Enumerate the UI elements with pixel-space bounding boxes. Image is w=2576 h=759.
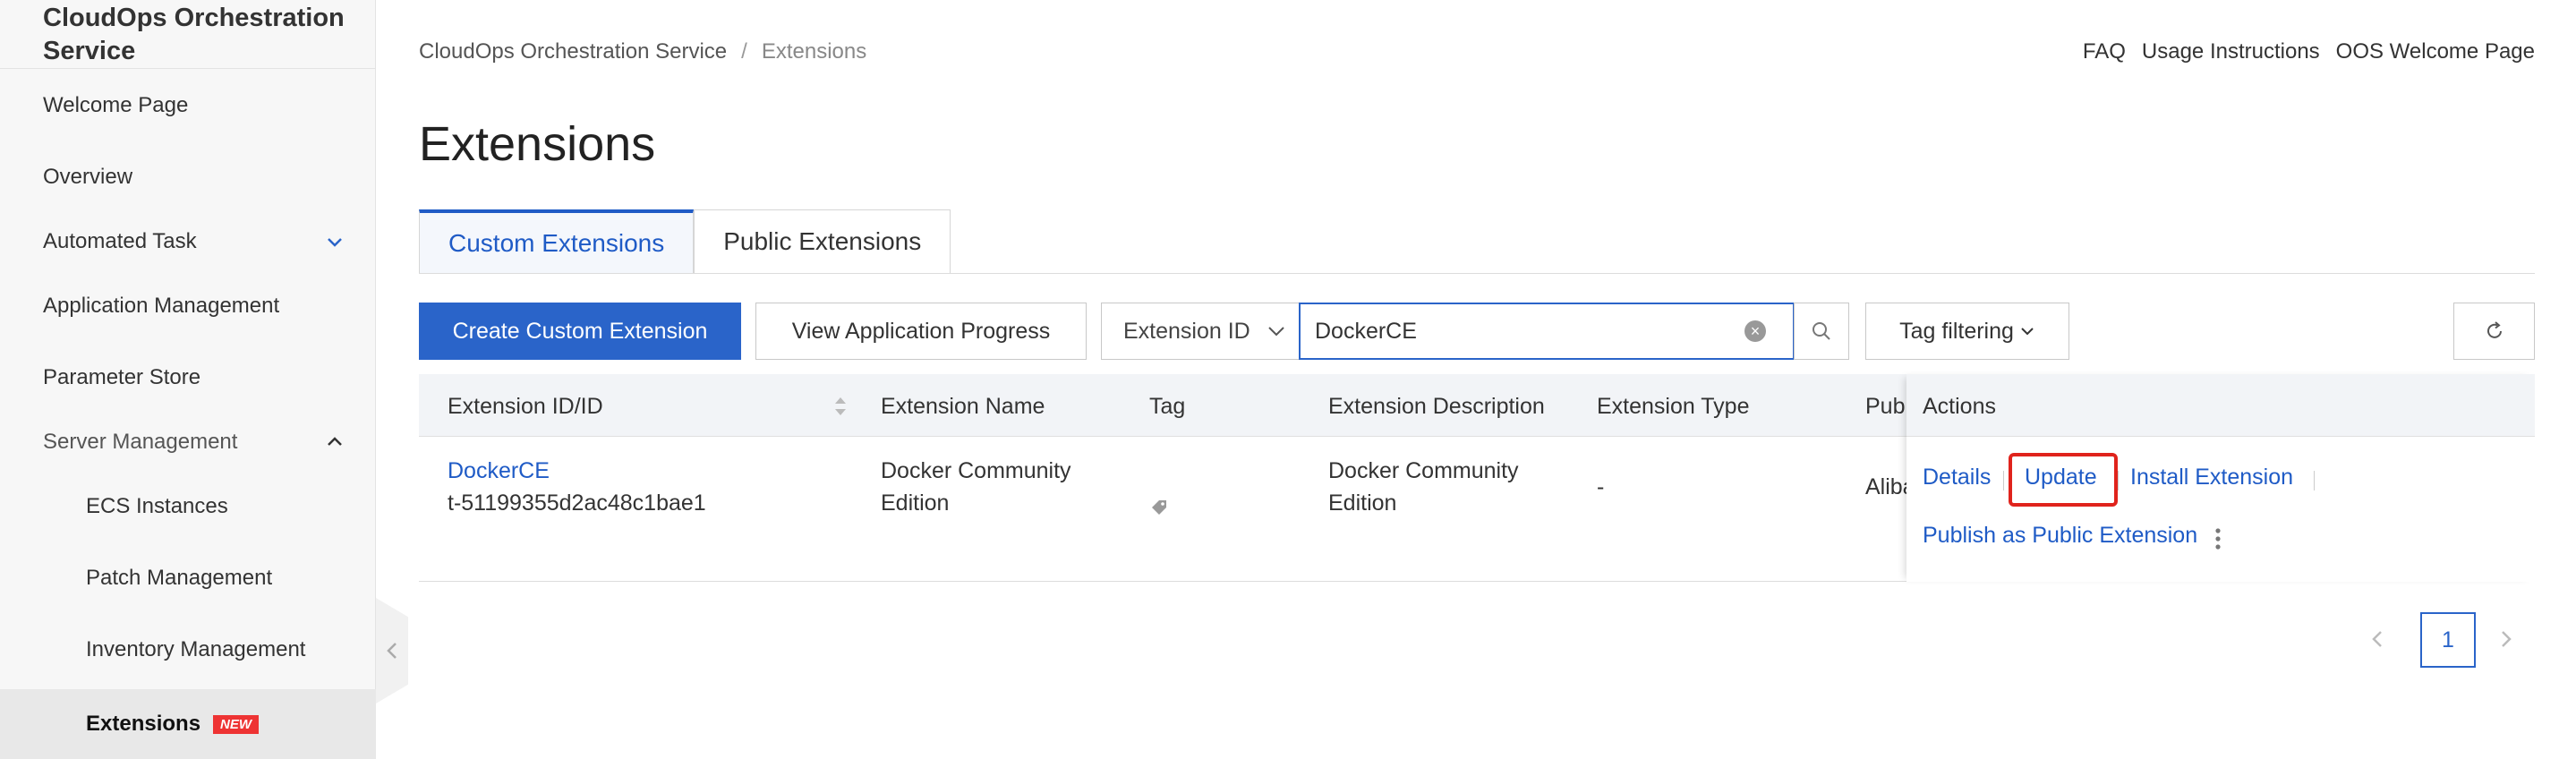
actions-header-cell: Actions (1906, 374, 2535, 437)
column-header-publisher: Publ (1865, 394, 1911, 419)
column-header-extension-description: Extension Description (1328, 394, 1545, 419)
publish-as-public-extension-link[interactable]: Publish as Public Extension (1923, 523, 2197, 549)
filter-field-value: Extension ID (1123, 318, 1250, 344)
tab-bar: Custom Extensions Public Extensions (419, 209, 951, 274)
extension-name-line2: Edition (881, 490, 950, 516)
extension-name-link[interactable]: DockerCE (448, 455, 550, 488)
next-page-button[interactable] (2488, 614, 2524, 664)
search-button[interactable] (1794, 303, 1849, 360)
oos-welcome-page-link[interactable]: OOS Welcome Page (2336, 39, 2535, 64)
sidebar: CloudOps Orchestration Service Welcome P… (0, 0, 376, 759)
action-separator (2003, 471, 2004, 490)
breadcrumb-root[interactable]: CloudOps Orchestration Service (419, 39, 727, 64)
view-application-progress-button[interactable]: View Application Progress (755, 303, 1087, 360)
sidebar-item-patch-management[interactable]: Patch Management (0, 546, 376, 610)
sidebar-item-welcome-page[interactable]: Welcome Page (0, 73, 376, 138)
column-header-tag: Tag (1149, 394, 1186, 419)
update-highlight-box (2009, 453, 2118, 507)
faq-link[interactable]: FAQ (2083, 39, 2126, 64)
clear-icon[interactable]: × (1744, 320, 1766, 342)
tag-filtering-dropdown[interactable]: Tag filtering (1865, 303, 2069, 360)
extension-description-line1: Docker Community (1328, 458, 1519, 483)
breadcrumb-separator: / (741, 39, 747, 64)
details-link[interactable]: Details (1923, 465, 1991, 490)
extension-id: t-51199355d2ac48c1bae1 (448, 490, 706, 516)
sidebar-item-label: Inventory Management (86, 637, 306, 661)
column-header-actions: Actions (1923, 394, 1996, 419)
sidebar-item-label: Server Management (43, 430, 238, 454)
tag-filtering-label: Tag filtering (1899, 318, 2014, 344)
tag-icon[interactable] (1149, 498, 1169, 517)
sidebar-item-label: Overview (43, 165, 133, 189)
page-title: Extensions (419, 117, 656, 171)
more-options-icon[interactable] (2213, 526, 2223, 551)
chevron-up-icon (328, 437, 342, 446)
refresh-button[interactable] (2453, 303, 2535, 360)
chevron-right-icon (2502, 631, 2512, 647)
sort-icon[interactable] (832, 394, 849, 419)
breadcrumb-current: Extensions (761, 39, 867, 64)
usage-instructions-link[interactable]: Usage Instructions (2142, 39, 2320, 64)
tab-public-extensions[interactable]: Public Extensions (694, 209, 951, 274)
chevron-down-icon (1268, 327, 1284, 337)
search-field[interactable]: × (1299, 303, 1795, 360)
action-separator (2314, 471, 2315, 490)
chevron-down-icon (2021, 328, 2034, 336)
sidebar-item-label: ECS Instances (86, 494, 228, 518)
action-separator (2118, 471, 2119, 490)
new-badge: NEW (213, 715, 260, 735)
tab-custom-extensions[interactable]: Custom Extensions (419, 209, 695, 274)
sidebar-item-parameter-store[interactable]: Parameter Store (0, 345, 376, 410)
sidebar-item-application-management[interactable]: Application Management (0, 274, 376, 338)
previous-page-button[interactable] (2359, 614, 2395, 664)
install-extension-link[interactable]: Install Extension (2130, 465, 2293, 490)
search-icon (1813, 322, 1830, 340)
column-header-extension-name: Extension Name (881, 394, 1045, 419)
chevron-down-icon (328, 238, 342, 247)
sidebar-item-label: Welcome Page (43, 93, 189, 117)
sidebar-item-label: Parameter Store (43, 365, 201, 389)
chevron-left-icon (2372, 631, 2382, 647)
sidebar-divider (0, 68, 376, 69)
chevron-left-icon (387, 643, 397, 659)
sidebar-item-label: Extensions (86, 712, 201, 736)
tab-divider (419, 273, 2535, 274)
breadcrumb: CloudOps Orchestration Service / Extensi… (419, 39, 866, 64)
sidebar-item-extensions[interactable]: Extensions NEW (0, 689, 376, 759)
sidebar-item-overview[interactable]: Overview (0, 145, 376, 209)
search-input[interactable] (1301, 318, 1712, 345)
refresh-icon (2486, 321, 2502, 338)
column-header-extension-type: Extension Type (1597, 394, 1750, 419)
extension-description-line2: Edition (1328, 490, 1397, 516)
extension-type: - (1597, 474, 1605, 499)
sidebar-collapse-handle[interactable] (376, 598, 408, 704)
service-title: CloudOps Orchestration Service (43, 4, 345, 65)
header-links: FAQ Usage Instructions OOS Welcome Page (2083, 39, 2535, 64)
sidebar-item-inventory-management[interactable]: Inventory Management (0, 618, 376, 682)
sidebar-item-label: Automated Task (43, 229, 197, 253)
page-number-current[interactable]: 1 (2420, 612, 2476, 668)
filter-field-select[interactable]: Extension ID (1101, 303, 1300, 360)
extension-name-line1: Docker Community (881, 458, 1071, 483)
sidebar-item-automated-task[interactable]: Automated Task (0, 209, 376, 274)
sidebar-item-label: Application Management (43, 294, 280, 318)
column-header-extension-id[interactable]: Extension ID/ID (448, 394, 603, 420)
sidebar-item-server-management[interactable]: Server Management (0, 410, 376, 474)
sidebar-item-label: Patch Management (86, 566, 273, 590)
create-custom-extension-button[interactable]: Create Custom Extension (419, 303, 741, 360)
sidebar-item-ecs-instances[interactable]: ECS Instances (0, 474, 376, 539)
